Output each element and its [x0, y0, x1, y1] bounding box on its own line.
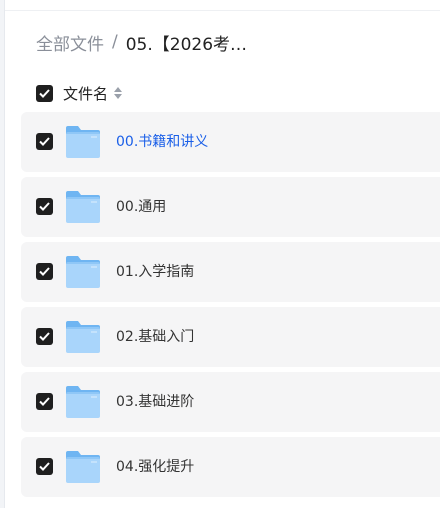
- file-row[interactable]: 02.基础入门: [21, 307, 440, 367]
- checkmark-icon: [39, 397, 50, 406]
- file-list-header: 文件名: [36, 82, 123, 104]
- file-row-checkbox[interactable]: [36, 458, 53, 475]
- folder-icon[interactable]: [65, 449, 101, 485]
- file-name[interactable]: 00.书籍和讲义: [116, 132, 208, 152]
- left-panel-edge: [0, 0, 5, 508]
- checkmark-icon: [39, 202, 50, 211]
- folder-icon[interactable]: [65, 124, 101, 160]
- file-row[interactable]: 03.基础进阶: [21, 372, 440, 432]
- checkmark-icon: [39, 137, 50, 146]
- folder-icon[interactable]: [65, 254, 101, 290]
- checkmark-icon: [39, 267, 50, 276]
- file-row-checkbox[interactable]: [36, 328, 53, 345]
- checkmark-icon: [39, 462, 50, 471]
- file-name[interactable]: 00.通用: [116, 197, 166, 217]
- checkmark-icon: [39, 88, 50, 98]
- file-name[interactable]: 04.强化提升: [116, 457, 194, 477]
- file-row[interactable]: 00.书籍和讲义: [21, 112, 440, 172]
- sort-icon[interactable]: [114, 86, 123, 100]
- file-name[interactable]: 01.入学指南: [116, 262, 194, 282]
- breadcrumb-root-link[interactable]: 全部文件: [36, 30, 104, 55]
- file-row-checkbox[interactable]: [36, 263, 53, 280]
- folder-icon[interactable]: [65, 319, 101, 355]
- column-header-filename[interactable]: 文件名: [63, 83, 108, 104]
- file-row-checkbox[interactable]: [36, 393, 53, 410]
- file-name[interactable]: 02.基础入门: [116, 327, 194, 347]
- top-divider: [5, 10, 440, 11]
- file-list: 00.书籍和讲义 00.通用 01.入学指南 02.基础入门 03.基础进阶 04.强化提…: [21, 112, 440, 502]
- file-row-checkbox[interactable]: [36, 198, 53, 215]
- select-all-checkbox[interactable]: [36, 84, 53, 102]
- breadcrumb: 全部文件 / 05.【2026考…: [36, 30, 248, 55]
- file-row-checkbox[interactable]: [36, 133, 53, 150]
- file-name[interactable]: 03.基础进阶: [116, 392, 194, 412]
- breadcrumb-current: 05.【2026考…: [125, 34, 248, 55]
- folder-icon[interactable]: [65, 189, 101, 225]
- file-row[interactable]: 00.通用: [21, 177, 440, 237]
- folder-icon[interactable]: [65, 384, 101, 420]
- breadcrumb-separator: /: [112, 32, 118, 52]
- checkmark-icon: [39, 332, 50, 341]
- file-row[interactable]: 04.强化提升: [21, 437, 440, 497]
- file-row[interactable]: 01.入学指南: [21, 242, 440, 302]
